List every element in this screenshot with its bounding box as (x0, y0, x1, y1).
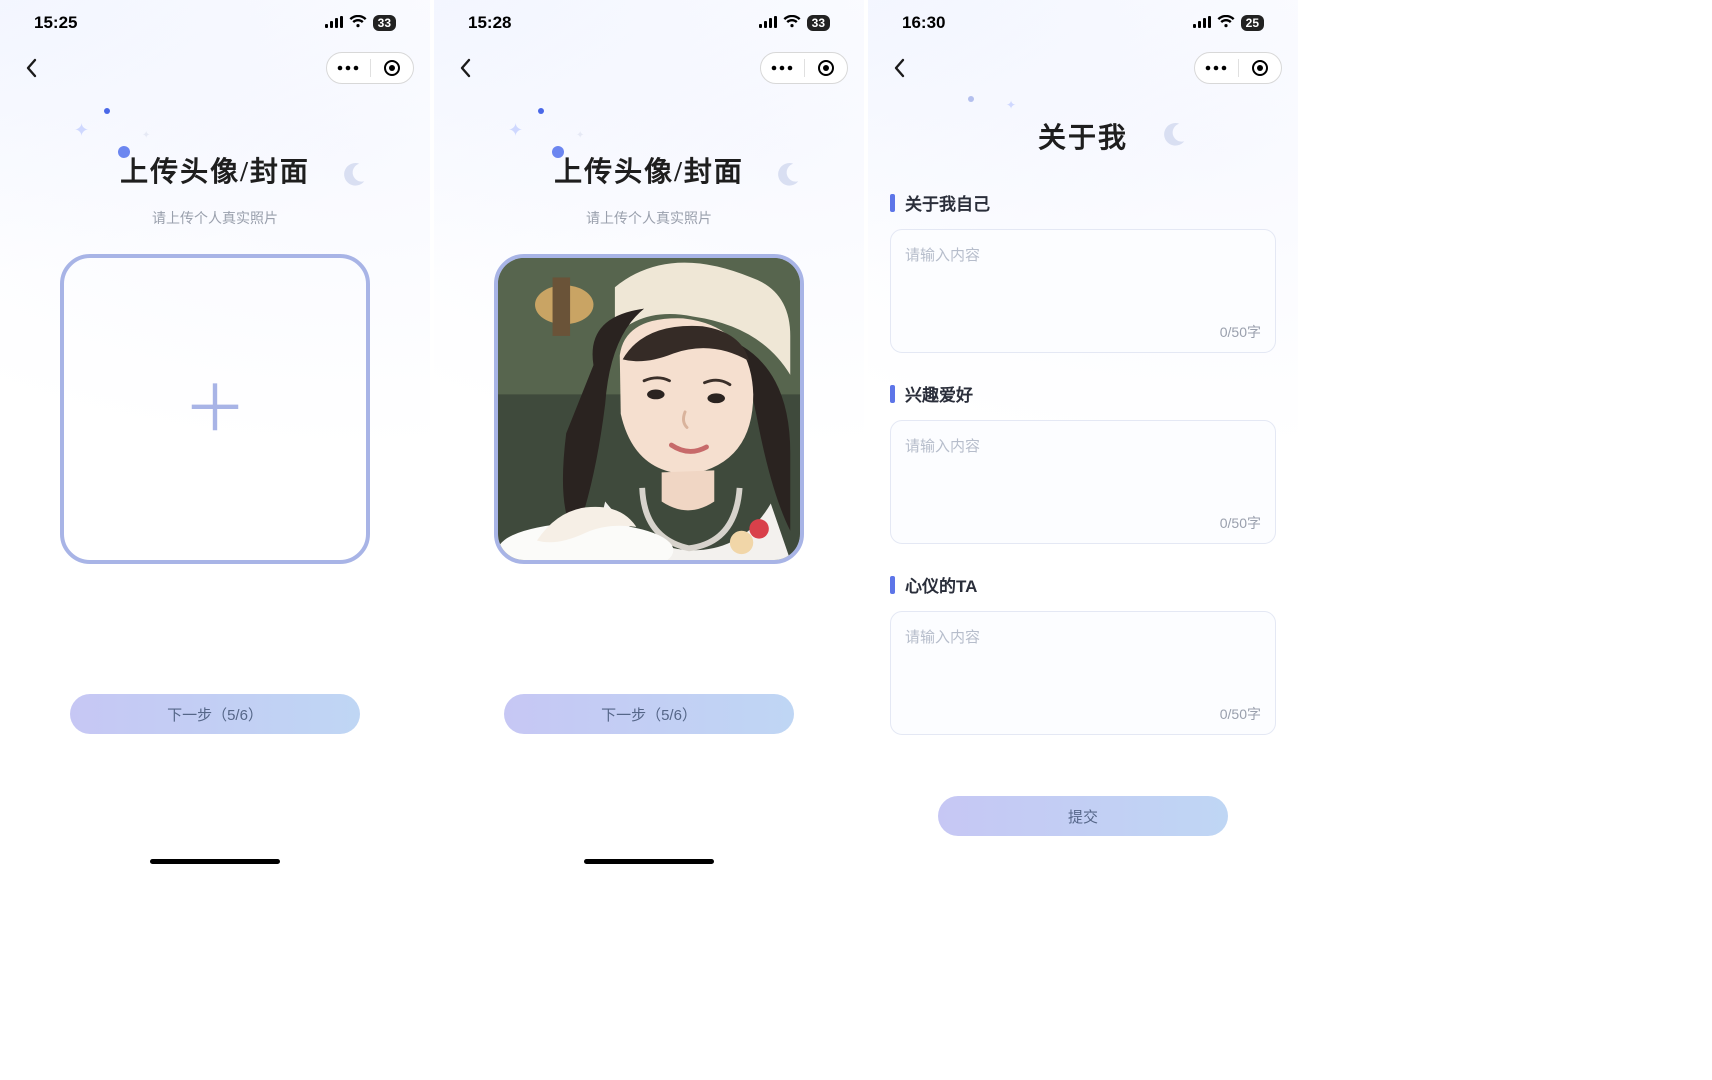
status-icons: 33 (325, 13, 396, 33)
home-indicator[interactable] (584, 859, 714, 864)
wifi-icon (349, 13, 367, 33)
status-bar: 16:30 25 (868, 0, 1298, 46)
upload-avatar-box[interactable]: ＋ (60, 254, 370, 564)
capsule-close-button[interactable] (371, 53, 414, 83)
status-bar: 15:25 33 (0, 0, 430, 46)
section-hobbies: 兴趣爱好 请输入内容 0/50字 (890, 381, 1276, 544)
placeholder-text: 请输入内容 (905, 626, 1261, 647)
nav-bar (0, 46, 430, 90)
char-counter: 0/50字 (1220, 513, 1261, 533)
nav-bar (434, 46, 864, 90)
char-counter: 0/50字 (1220, 322, 1261, 342)
page-subtitle: 请上传个人真实照片 (434, 208, 864, 228)
status-time: 15:25 (34, 13, 77, 33)
title-area: 关于我 (868, 90, 1298, 156)
char-counter: 0/50字 (1220, 704, 1261, 724)
next-step-button[interactable]: 下一步（5/6） (504, 694, 794, 734)
battery-badge: 25 (1241, 15, 1264, 31)
section-title: 关于我自己 (890, 190, 1276, 215)
title-area: 上传头像/封面 请上传个人真实照片 (434, 90, 864, 228)
accent-bar (890, 576, 895, 594)
back-button[interactable] (16, 53, 46, 83)
battery-badge: 33 (807, 15, 830, 31)
uploaded-photo (498, 258, 800, 560)
nav-bar (868, 46, 1298, 90)
capsule-menu-button[interactable] (327, 53, 370, 83)
submit-button[interactable]: 提交 (938, 796, 1228, 836)
button-label: 下一步（5/6） (167, 704, 263, 725)
section-label: 心仪的TA (905, 572, 977, 597)
about-form: 关于我自己 请输入内容 0/50字 兴趣爱好 请输入内容 0/50字 心仪的TA (868, 190, 1298, 735)
page-title: 上传头像/封面 (554, 150, 744, 190)
button-label: 提交 (1068, 806, 1098, 827)
page-title: 关于我 (1038, 116, 1128, 156)
status-time: 15:28 (468, 13, 511, 33)
back-button[interactable] (450, 53, 480, 83)
plus-icon: ＋ (183, 377, 247, 441)
ideal-partner-input[interactable]: 请输入内容 0/50字 (890, 611, 1276, 735)
section-title: 兴趣爱好 (890, 381, 1276, 406)
placeholder-text: 请输入内容 (905, 244, 1261, 265)
miniapp-capsule (326, 52, 414, 84)
title-area: 上传头像/封面 请上传个人真实照片 (0, 90, 430, 228)
page-subtitle: 请上传个人真实照片 (0, 208, 430, 228)
wifi-icon (783, 13, 801, 33)
phone-screen-upload-filled: 15:28 33 ✦ ✦ 上传头像/ (434, 0, 864, 870)
section-label: 兴趣爱好 (905, 381, 973, 406)
next-step-button[interactable]: 下一步（5/6） (70, 694, 360, 734)
section-about-self: 关于我自己 请输入内容 0/50字 (890, 190, 1276, 353)
section-ideal-partner: 心仪的TA 请输入内容 0/50字 (890, 572, 1276, 735)
phone-screen-upload-empty: 15:25 33 ✦ ✦ 上传头像/ (0, 0, 430, 870)
page-title: 上传头像/封面 (120, 150, 310, 190)
cellular-icon (759, 13, 777, 33)
section-title: 心仪的TA (890, 572, 1276, 597)
status-time: 16:30 (902, 13, 945, 33)
accent-bar (890, 385, 895, 403)
capsule-menu-button[interactable] (1195, 53, 1238, 83)
accent-bar (890, 194, 895, 212)
phone-screen-about-me: 16:30 25 ✦ 关于我 (868, 0, 1298, 850)
capsule-menu-button[interactable] (761, 53, 804, 83)
button-label: 下一步（5/6） (601, 704, 697, 725)
capsule-close-button[interactable] (1239, 53, 1282, 83)
battery-badge: 33 (373, 15, 396, 31)
section-label: 关于我自己 (905, 190, 990, 215)
back-button[interactable] (884, 53, 914, 83)
status-icons: 25 (1193, 13, 1264, 33)
hobbies-input[interactable]: 请输入内容 0/50字 (890, 420, 1276, 544)
about-self-input[interactable]: 请输入内容 0/50字 (890, 229, 1276, 353)
cellular-icon (1193, 13, 1211, 33)
home-indicator[interactable] (150, 859, 280, 864)
status-icons: 33 (759, 13, 830, 33)
cellular-icon (325, 13, 343, 33)
miniapp-capsule (760, 52, 848, 84)
miniapp-capsule (1194, 52, 1282, 84)
capsule-close-button[interactable] (805, 53, 848, 83)
upload-avatar-box[interactable] (494, 254, 804, 564)
wifi-icon (1217, 13, 1235, 33)
status-bar: 15:28 33 (434, 0, 864, 46)
placeholder-text: 请输入内容 (905, 435, 1261, 456)
